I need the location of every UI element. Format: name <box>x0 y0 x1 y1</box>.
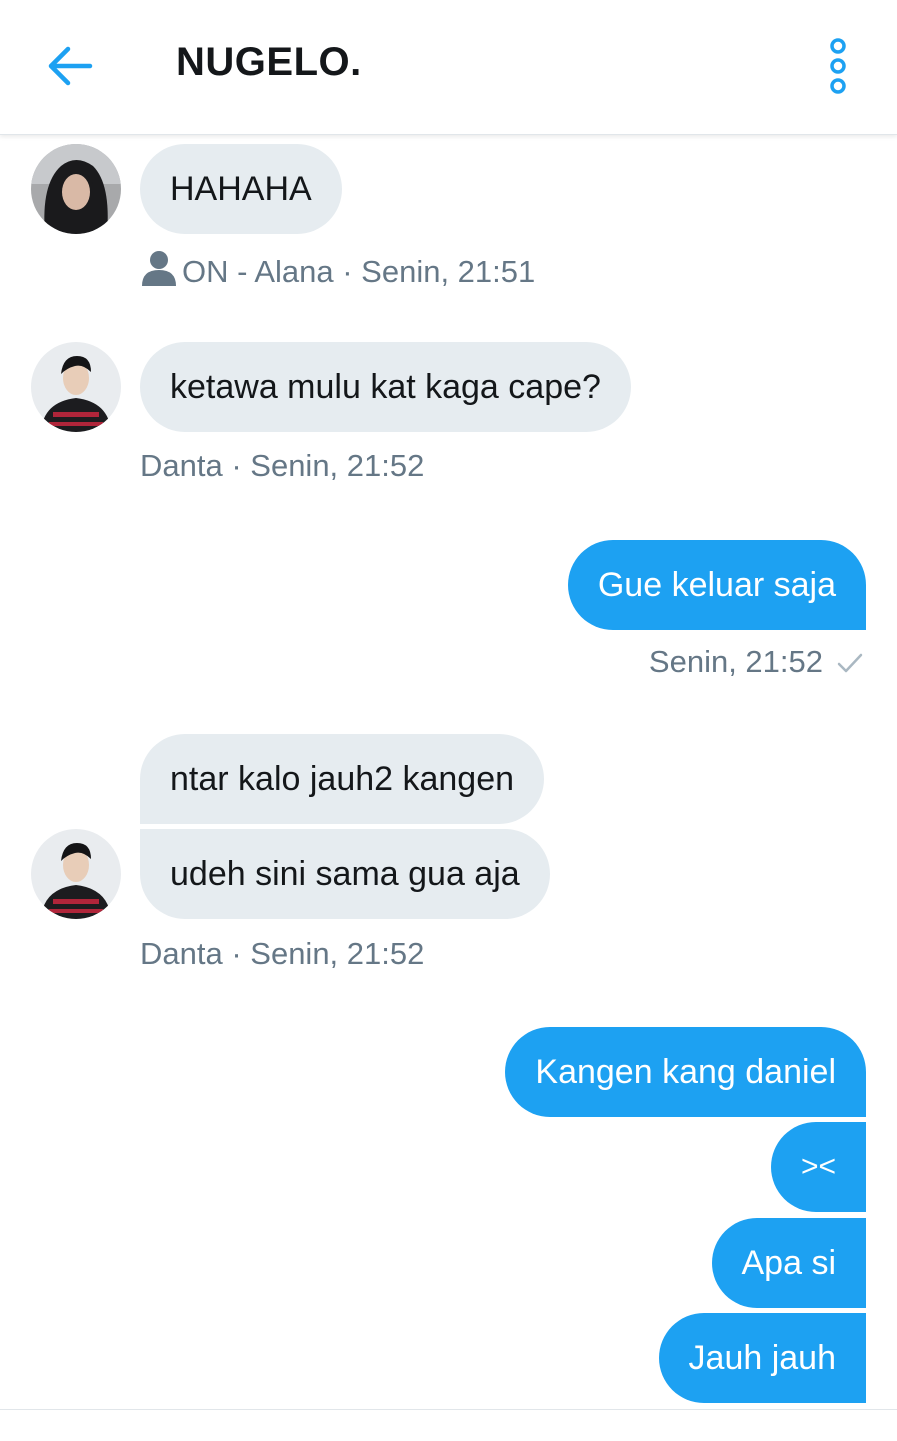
message-meta: Danta · Senin, 21:52 <box>140 448 425 483</box>
message-meta: ON - Alana · Senin, 21:51 <box>140 250 535 290</box>
message-bubble-outgoing[interactable]: Apa si <box>711 1218 866 1308</box>
message-bubble-outgoing[interactable]: Gue keluar saja <box>567 540 866 630</box>
avatar-alana[interactable] <box>31 144 121 234</box>
message-bubble[interactable]: ketawa mulu kat kaga cape? <box>140 342 631 432</box>
avatar-danta[interactable] <box>31 829 121 919</box>
message-bubble[interactable]: udeh sini sama gua aja <box>140 829 550 919</box>
more-options-button[interactable] <box>818 36 858 96</box>
back-button[interactable] <box>44 40 96 92</box>
check-icon <box>837 653 863 673</box>
message-meta-text: ON - Alana · Senin, 21:51 <box>182 254 536 289</box>
more-vertical-icon <box>830 38 846 94</box>
message-bubble-outgoing[interactable]: >< <box>770 1122 866 1212</box>
message-bubble[interactable]: ntar kalo jauh2 kangen <box>140 734 545 824</box>
message-bubble-outgoing[interactable]: Kangen kang daniel <box>505 1027 866 1117</box>
composer-bar[interactable] <box>0 1409 897 1441</box>
message-meta: Danta · Senin, 21:52 <box>140 936 425 971</box>
conversation-header: NUGELO. <box>0 0 897 135</box>
message-bubble-outgoing[interactable]: Jauh jauh <box>658 1313 866 1403</box>
arrow-left-icon <box>48 46 93 86</box>
avatar-danta[interactable] <box>31 342 121 432</box>
user-icon <box>142 251 176 286</box>
message-meta-outgoing: Senin, 21:52 <box>649 644 863 680</box>
conversation-title: NUGELO. <box>176 40 362 84</box>
message-bubble[interactable]: HAHAHA <box>140 144 342 234</box>
message-meta-text: Senin, 21:52 <box>648 644 823 679</box>
